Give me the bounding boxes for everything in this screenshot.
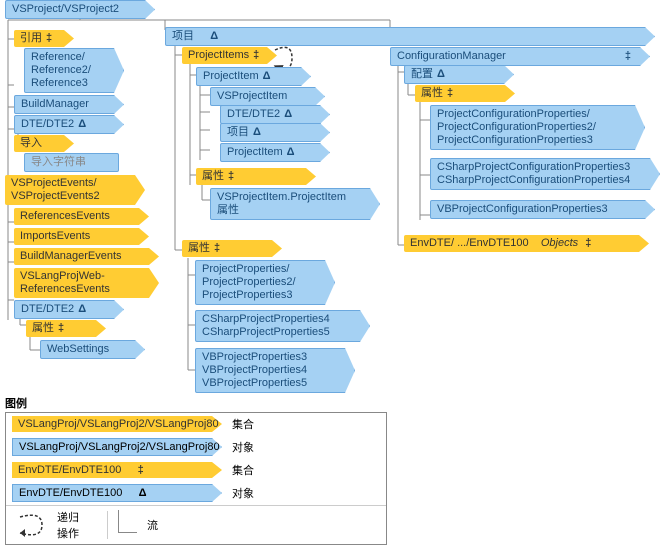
- vb-props: VBProjectProperties3 VBProjectProperties…: [195, 348, 355, 393]
- root-node: VSProject/VSProject2: [5, 0, 155, 19]
- refs-events: ReferencesEvents: [14, 208, 149, 225]
- stream-icon: [118, 510, 137, 533]
- obj-symbol: Δ: [78, 118, 86, 131]
- envdte: EnvDTE/ .../EnvDTE100 Objects ‡: [404, 235, 649, 252]
- label: ProjectItem: [203, 70, 259, 82]
- label: ConfigurationManager: [397, 50, 506, 62]
- objects-label: Objects: [541, 237, 578, 249]
- dte1-node: DTE/DTE2 Δ: [14, 115, 124, 134]
- label: 项目: [227, 126, 249, 138]
- attr-c2-2: 属性 ‡: [182, 240, 282, 257]
- attr-c3: 属性 ‡: [415, 85, 515, 102]
- obj-symbol: Δ: [263, 70, 271, 83]
- proj-config-props: ProjectConfigurationProperties/ ProjectC…: [430, 105, 645, 150]
- legend-type: 对象: [232, 439, 254, 455]
- label: ProjectItems: [188, 49, 249, 61]
- proj-props: ProjectProperties/ ProjectProperties2/ P…: [195, 260, 335, 305]
- label: 引用: [20, 32, 42, 44]
- label: 属性: [188, 242, 210, 254]
- coll-symbol: ‡: [585, 237, 591, 250]
- label: DTE/DTE2: [21, 303, 74, 315]
- config-label: 配置 Δ: [404, 65, 514, 84]
- legend-row-3: EnvDTE/EnvDTE100 ‡ 集合: [6, 459, 386, 481]
- obj-symbol: Δ: [78, 303, 86, 316]
- obj-symbol: Δ: [437, 68, 445, 81]
- legend-type: 对象: [232, 485, 254, 501]
- project-header: 项目 Δ: [165, 27, 655, 46]
- coll-symbol: ‡: [625, 50, 631, 63]
- vslang-events: VSLangProjWeb- ReferencesEvents: [14, 268, 159, 298]
- coll-symbol: ‡: [138, 464, 144, 476]
- recurse-label: 递归 操作: [57, 509, 97, 541]
- legend-lib: EnvDTE/EnvDTE100: [19, 487, 122, 499]
- imports-events: ImportsEvents: [14, 228, 149, 245]
- obj-symbol: Δ: [287, 146, 295, 159]
- legend-type: 集合: [232, 416, 254, 432]
- legend-lib: EnvDTE/EnvDTE100: [18, 464, 121, 476]
- coll-symbol: ‡: [214, 242, 220, 255]
- refs-header: 引用 ‡: [14, 30, 74, 47]
- legend-box: VSLangProj/VSLangProj2/VSLangProj80 集合 V…: [5, 412, 387, 545]
- label: DTE/DTE2: [227, 108, 280, 120]
- legend-lib: VSLangProj/VSLangProj2/VSLangProj80: [12, 438, 222, 456]
- coll-symbol: ‡: [228, 170, 234, 183]
- label: ProjectItem: [227, 146, 283, 158]
- csharp-config: CSharpProjectConfigurationProperties3 CS…: [430, 158, 660, 190]
- import-header: 导入: [14, 135, 74, 152]
- obj-symbol: Δ: [139, 487, 147, 499]
- dte2-node: DTE/DTE2 Δ: [14, 300, 124, 319]
- legend-row-1: VSLangProj/VSLangProj2/VSLangProj80 集合: [6, 413, 386, 435]
- project-child: 项目 Δ: [220, 123, 330, 142]
- coll-symbol: ‡: [253, 49, 259, 62]
- dte-c2: DTE/DTE2 Δ: [220, 105, 330, 124]
- legend-title: 图例: [5, 395, 27, 411]
- refs-node: Reference/ Reference2/ Reference3: [24, 48, 124, 93]
- csharp-props: CSharpProjectProperties4 CSharpProjectPr…: [195, 310, 370, 342]
- projectitems: ProjectItems ‡: [182, 47, 277, 64]
- vspi-projectitem: VSProjectItem.ProjectItem 属性: [210, 188, 380, 220]
- legend-row-2: VSLangProj/VSLangProj2/VSLangProj80 对象: [6, 435, 386, 459]
- coll-symbol: ‡: [58, 322, 64, 335]
- label: EnvDTE/ .../EnvDTE100: [410, 237, 529, 249]
- obj-symbol: Δ: [284, 108, 292, 121]
- vb-config: VBProjectConfigurationProperties3: [430, 200, 655, 219]
- label: DTE/DTE2: [21, 118, 74, 130]
- events-header: VSProjectEvents/ VSProjectEvents2: [5, 175, 145, 205]
- coll-symbol: ‡: [46, 32, 52, 45]
- label: 属性: [32, 322, 54, 334]
- projectitem: ProjectItem Δ: [196, 67, 311, 86]
- import-string: 导入字符串: [24, 153, 119, 172]
- coll-symbol: ‡: [447, 87, 453, 100]
- legend-type: 集合: [232, 462, 254, 478]
- vsprojectitem: VSProjectItem: [210, 87, 325, 106]
- projectitem2: ProjectItem Δ: [220, 143, 330, 162]
- bm-events: BuildManagerEvents: [14, 248, 159, 265]
- legend-row-5: 递归 操作 流: [6, 505, 386, 544]
- label: 项目: [172, 30, 194, 42]
- label: 属性: [202, 170, 224, 182]
- websettings: WebSettings: [40, 340, 145, 359]
- attr1: 属性 ‡: [26, 320, 106, 337]
- stream-label: 流: [147, 517, 158, 533]
- label: 属性: [421, 87, 443, 99]
- obj-symbol: Δ: [210, 30, 218, 43]
- config-mgr: ConfigurationManager ‡: [390, 47, 650, 66]
- obj-symbol: Δ: [253, 126, 261, 139]
- recurse-icon: [12, 511, 47, 539]
- attr-c2-1: 属性 ‡: [196, 168, 316, 185]
- label: 配置: [411, 68, 433, 80]
- legend-lib: VSLangProj/VSLangProj2/VSLangProj80: [12, 416, 222, 432]
- buildmanager-node: BuildManager: [14, 95, 124, 114]
- legend-row-4: EnvDTE/EnvDTE100 Δ 对象: [6, 481, 386, 505]
